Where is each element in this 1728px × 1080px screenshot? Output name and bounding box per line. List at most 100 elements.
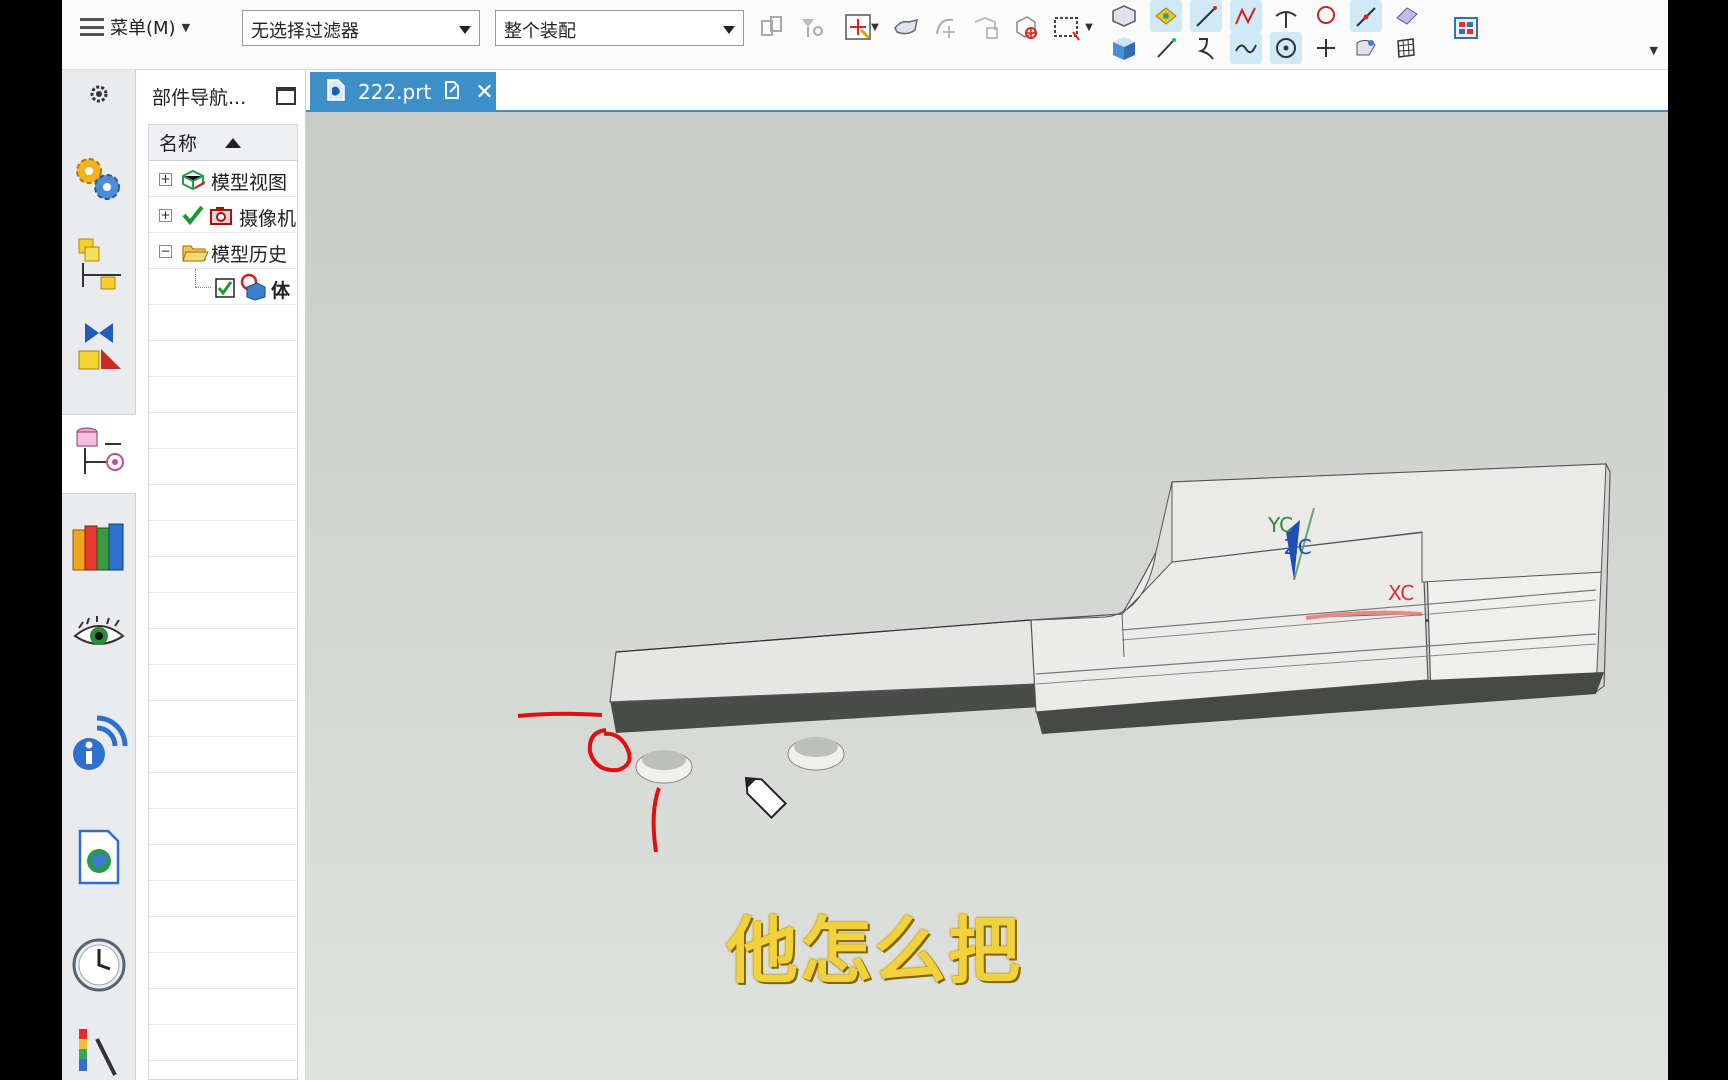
info-icon[interactable] [62, 702, 136, 782]
snap-face-icon[interactable] [970, 11, 1002, 43]
empty-row [149, 665, 297, 701]
empty-row [149, 917, 297, 953]
menu-label: 菜单(M) [110, 18, 176, 39]
empty-row [149, 449, 297, 485]
mesh-icon[interactable] [1390, 32, 1422, 64]
chevron-down-icon: ▼ [181, 20, 191, 34]
reuse-library-icon[interactable] [62, 516, 136, 580]
file-tab[interactable]: 222.prt ✕ [310, 72, 496, 112]
menu-button[interactable]: 菜单(M) ▼ [80, 10, 190, 44]
constraint-navigator-icon[interactable] [62, 314, 136, 380]
tree-label: 摄像机 [239, 208, 297, 230]
select-features-icon[interactable] [756, 11, 788, 43]
empty-row [149, 593, 297, 629]
body-feature-icon [239, 273, 267, 304]
graphics-viewport[interactable]: YC ZC XC 他怎么把 [306, 112, 1668, 1080]
circle-icon[interactable] [1310, 0, 1342, 32]
selection-scope-value: 整个装配 [504, 21, 576, 42]
empty-row [149, 809, 297, 845]
document-tab-strip: 222.prt ✕ [306, 70, 1668, 112]
empty-row [149, 1061, 297, 1079]
snap-body-icon[interactable] [1010, 11, 1042, 43]
point-on-line-icon[interactable] [1350, 0, 1382, 32]
column-label: 名称 [159, 133, 198, 155]
x-axis-label: XC [1388, 581, 1414, 605]
isometric-view-icon[interactable] [1108, 32, 1140, 64]
collapse-icon[interactable]: − [159, 245, 172, 258]
z-axis-label: ZC [1284, 535, 1312, 559]
cross-point-icon[interactable] [1310, 32, 1342, 64]
nx-window: 菜单(M) ▼ 无选择过滤器 整个装配 ▼ ▼ ▼ 部件导航... 名称 + 模… [62, 0, 1668, 1080]
empty-row [149, 1025, 297, 1061]
spline-icon[interactable] [1230, 32, 1262, 64]
gear-icon[interactable] [62, 74, 136, 114]
process-studio-icon[interactable] [62, 1022, 136, 1080]
tree-row-body[interactable]: 体 [149, 269, 297, 305]
modified-doc-icon [443, 80, 461, 105]
perpendicular-icon[interactable] [1270, 0, 1302, 32]
endpoint-snap-icon[interactable] [1150, 0, 1182, 32]
line-tool-icon[interactable] [1150, 32, 1182, 64]
studio-spline-icon[interactable] [1230, 0, 1262, 32]
rectangle-select-icon[interactable] [1050, 11, 1082, 43]
folder-open-icon [181, 240, 209, 268]
resource-bar [62, 70, 136, 1080]
layout-grid-icon[interactable] [1450, 12, 1482, 44]
history-clock-icon[interactable] [62, 930, 136, 1000]
visualization-eye-icon[interactable] [62, 606, 136, 666]
chevron-down-icon[interactable]: ▼ [1082, 11, 1096, 43]
snap-curve-icon[interactable] [930, 11, 962, 43]
expand-icon[interactable]: + [159, 209, 172, 222]
selection-scope-dropdown[interactable]: 整个装配 [495, 10, 744, 46]
tree-label: 体 [271, 280, 291, 302]
tree-connector [195, 287, 211, 288]
empty-row [149, 989, 297, 1025]
empty-row [149, 629, 297, 665]
green-checkmark-icon[interactable] [181, 203, 205, 232]
expand-icon[interactable]: + [159, 173, 172, 186]
empty-row [149, 881, 297, 917]
camera-icon [207, 204, 235, 232]
selection-filter-dropdown[interactable]: 无选择过滤器 [242, 10, 480, 46]
chevron-down-icon [459, 26, 471, 34]
assembly-navigator-icon[interactable] [62, 232, 136, 298]
video-subtitle: 他怎么把 [726, 909, 1023, 993]
top-toolbar: 菜单(M) ▼ 无选择过滤器 整个装配 ▼ ▼ ▼ [62, 0, 1668, 70]
tree-connector [195, 269, 196, 287]
close-icon[interactable]: ✕ [475, 80, 493, 105]
top-view-icon[interactable] [1108, 0, 1140, 32]
center-point-icon[interactable] [1270, 32, 1302, 64]
tree-row-cameras[interactable]: + 摄像机 [149, 197, 297, 233]
roles-icon[interactable] [62, 148, 136, 210]
empty-row [149, 845, 297, 881]
line-icon[interactable] [1190, 0, 1222, 32]
part-navigator-icon[interactable] [62, 414, 136, 494]
arc-icon[interactable] [1190, 32, 1222, 64]
chevron-down-icon [723, 26, 735, 34]
web-browser-icon[interactable] [62, 822, 136, 892]
toolbar-overflow-icon[interactable]: ▼ [1650, 44, 1658, 57]
general-select-icon[interactable] [796, 11, 828, 43]
menu-icon [80, 18, 104, 36]
empty-row [149, 557, 297, 593]
tree-row-model-views[interactable]: + 模型视图 [149, 161, 297, 197]
quadrant-icon[interactable] [1350, 32, 1382, 64]
empty-row [149, 953, 297, 989]
selection-filter-value: 无选择过滤器 [251, 21, 359, 42]
navigator-title: 部件导航... [152, 86, 247, 109]
name-column-header[interactable]: 名称 [149, 125, 297, 161]
model-view-icon [179, 168, 207, 196]
hand-cursor-icon[interactable] [890, 11, 922, 43]
maximize-icon[interactable] [276, 87, 296, 105]
empty-row [149, 521, 297, 557]
face-snap-icon[interactable] [1390, 0, 1422, 32]
tree-row-model-history[interactable]: − 模型历史 [149, 233, 297, 269]
empty-row [149, 773, 297, 809]
checkbox-checked-icon[interactable] [215, 278, 235, 303]
empty-row [149, 305, 297, 341]
empty-row [149, 377, 297, 413]
file-tab-label: 222.prt [358, 80, 432, 104]
chevron-down-icon[interactable]: ▼ [868, 11, 882, 43]
sort-ascending-icon [225, 137, 242, 148]
navigator-tree: 名称 + 模型视图 + 摄像机 − 模型历史 体 [148, 124, 298, 1080]
